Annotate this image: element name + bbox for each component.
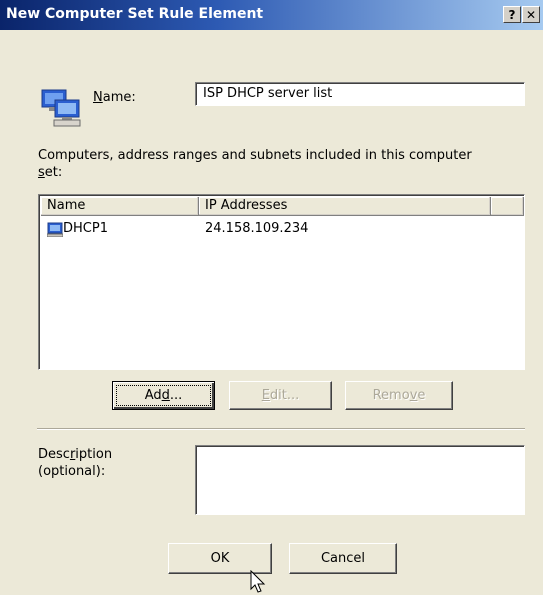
add-button[interactable]: Add... — [112, 381, 215, 410]
computer-list[interactable]: Name IP Addresses DHCP1 24.158.109.234 — [38, 194, 525, 370]
description-field[interactable] — [195, 445, 525, 515]
set-description-line2: set: — [38, 165, 63, 180]
computer-icon — [47, 222, 63, 237]
title-bar[interactable]: New Computer Set Rule Element ? ✕ — [0, 0, 543, 30]
list-header: Name IP Addresses — [41, 197, 524, 216]
separator — [37, 428, 525, 430]
description-label: Description — [38, 447, 113, 462]
list-item-name: DHCP1 — [63, 221, 108, 236]
mouse-cursor-icon — [250, 570, 266, 593]
help-button[interactable]: ? — [503, 6, 521, 23]
remove-button[interactable]: Remove — [345, 381, 453, 410]
column-header-ip[interactable]: IP Addresses — [199, 197, 491, 216]
name-label: Name: — [93, 90, 136, 105]
computer-set-icon — [41, 89, 81, 127]
window-title: New Computer Set Rule Element — [6, 6, 264, 22]
list-item[interactable]: DHCP1 24.158.109.234 — [41, 219, 521, 239]
name-field[interactable]: ISP DHCP server list — [195, 82, 525, 106]
edit-button[interactable]: Edit... — [229, 381, 332, 410]
list-item-ip: 24.158.109.234 — [205, 221, 309, 236]
cancel-button[interactable]: Cancel — [289, 543, 397, 574]
description-optional-label: (optional): — [38, 464, 106, 479]
column-header-filler — [491, 197, 524, 216]
set-description-line1: Computers, address ranges and subnets in… — [38, 148, 472, 163]
close-button[interactable]: ✕ — [522, 6, 540, 23]
name-field-value: ISP DHCP server list — [203, 86, 333, 101]
column-header-name[interactable]: Name — [41, 197, 199, 216]
